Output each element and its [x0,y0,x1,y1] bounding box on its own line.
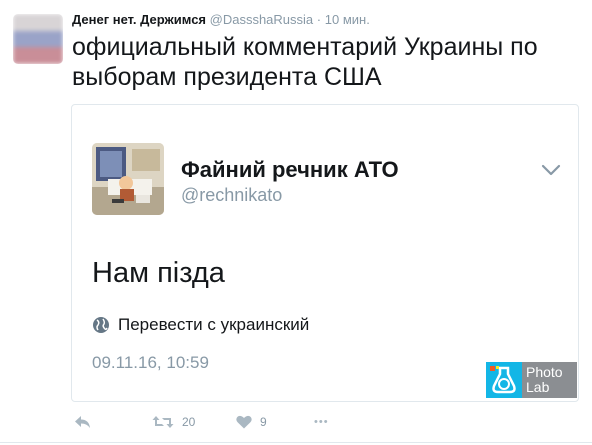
more-button[interactable]: ••• [314,416,329,428]
reply-icon [75,416,90,428]
photolab-watermark: Photo Lab [486,362,577,398]
retweet-button[interactable]: 20 [152,415,236,429]
quoted-author-name[interactable]: Файний речник АТО [181,157,399,183]
heart-icon [236,415,252,429]
more-icon: ••• [314,416,329,428]
quoted-author-avatar[interactable] [92,143,164,215]
globe-icon [93,317,109,333]
quoted-tweet-text: Нам пізда [92,257,225,289]
translate-label: Перевести с украинский [118,315,310,334]
retweet-icon [152,416,174,428]
reply-button[interactable] [74,415,152,429]
chevron-down-icon[interactable] [540,162,562,178]
like-button[interactable]: 9 [236,415,314,429]
russian-flag-avatar [13,14,63,64]
like-count: 9 [260,415,267,429]
photolab-line-1: Photo [526,364,563,380]
photolab-flask-icon [486,362,522,398]
translate-link[interactable]: Перевести с украинский [92,315,309,335]
separator-dot: · [316,12,322,27]
quoted-tweet-card[interactable]: Файний речник АТО @rechnikato Нам пізда … [71,104,579,402]
photolab-line-2: Lab [526,379,550,395]
author-handle[interactable]: @DassshaRussia [210,12,314,27]
divider [0,442,592,443]
retweet-count: 20 [182,415,196,429]
author-avatar[interactable] [13,14,63,64]
quoted-tweet-date[interactable]: 09.11.16, 10:59 [92,353,209,373]
tweet-timestamp[interactable]: 10 мин. [325,12,370,27]
quoted-author-handle[interactable]: @rechnikato [181,185,282,206]
cartoon-avatar-image [92,143,164,215]
tweet-actions: 20 9 ••• [74,415,329,429]
tweet-header: Денег нет. Держимся @DassshaRussia · 10 … [72,12,370,27]
tweet-text: официальный комментарий Украины по выбор… [72,33,538,91]
author-name[interactable]: Денег нет. Держимся [72,12,206,27]
photolab-label: Photo Lab [522,362,577,398]
